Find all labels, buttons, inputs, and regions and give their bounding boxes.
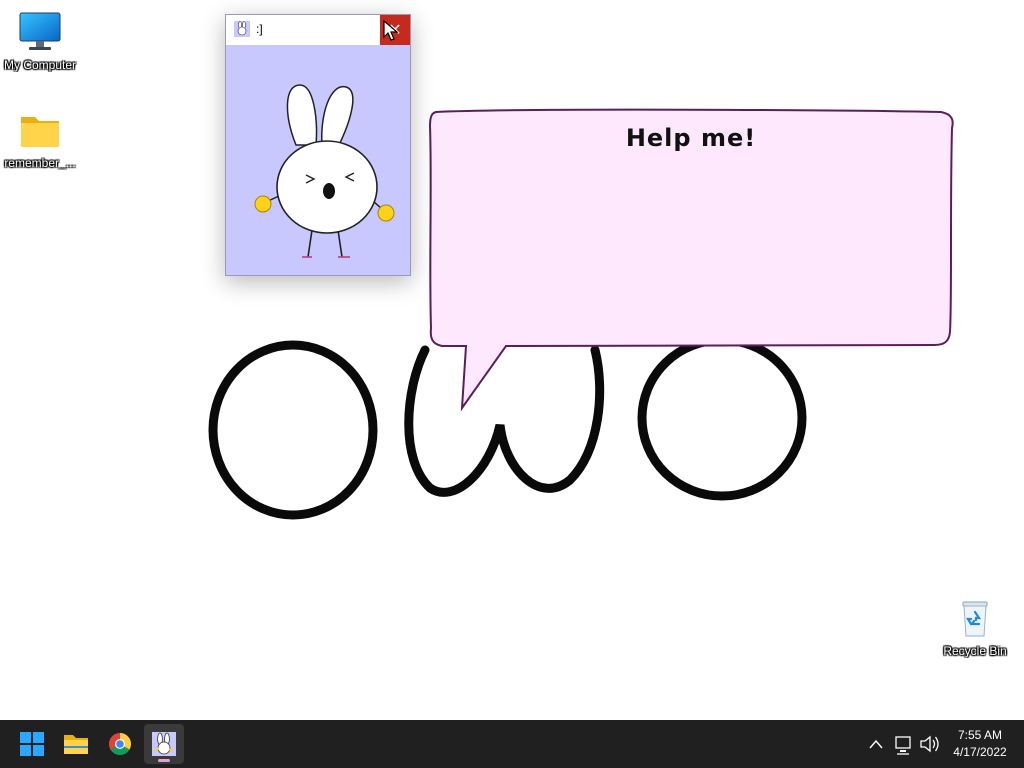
desktop-icon-my-computer[interactable]: My Computer [0,10,80,72]
folder-icon [64,735,88,754]
desktop-icon-label: My Computer [3,58,77,72]
chevron-up-icon[interactable] [866,720,886,768]
active-indicator [158,759,170,762]
taskbar-file-explorer[interactable] [56,724,96,764]
speech-bubble: Help me! [426,106,956,416]
volume-icon[interactable] [918,720,940,768]
folder-icon [18,108,62,152]
desktop-icon-recycle-bin[interactable]: Recycle Bin [935,596,1015,658]
window-title: :] [256,22,263,36]
bunny-icon [234,21,250,37]
clock-time: 7:55 AM [957,728,1003,742]
taskbar-bunny-app[interactable] [144,724,184,764]
bunny-icon [152,732,176,756]
monitor-icon [18,10,62,54]
recycle-bin-icon [953,596,997,640]
windows-start-icon [20,732,44,756]
clock-date: 4/17/2022 [953,745,1007,759]
desktop-icon-remember-folder[interactable]: remember_... [0,108,80,170]
taskbar: 7:55 AM 4/17/2022 [0,720,1024,768]
desktop-icon-label: remember_... [4,156,76,170]
network-icon[interactable] [893,720,915,768]
system-clock[interactable]: 7:55 AM 4/17/2022 [944,727,1016,761]
taskbar-start-button[interactable] [12,724,52,764]
taskbar-chrome[interactable] [100,724,140,764]
desktop: My Computer remember_... Recycle Bin owo [0,0,1024,720]
bubble-text: Help me! [625,124,757,152]
chrome-icon [109,733,131,755]
desktop-icon-label: Recycle Bin [943,644,1007,658]
bunny-window[interactable]: :] ✕ [225,14,411,276]
mouse-cursor-icon [383,20,399,41]
bunny-illustration [226,45,410,275]
